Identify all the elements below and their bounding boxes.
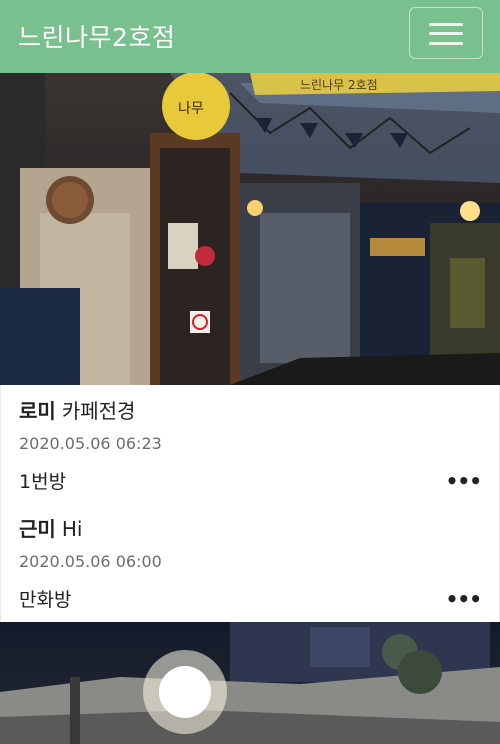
- brand-title[interactable]: 느린나무2호점: [18, 18, 175, 54]
- post-list: 로미 카페전경 2020.05.06 06:23 1번방 ••• 근미 Hi 202…: [0, 385, 500, 622]
- post-subject: Hi: [61, 517, 83, 541]
- post-room: 1번방: [19, 471, 67, 493]
- post-author: 근미: [19, 517, 56, 541]
- svg-text:느린나무 2호점: 느린나무 2호점: [300, 78, 378, 92]
- post-date: 2020.05.06 06:00: [19, 552, 162, 571]
- hamburger-icon: [429, 23, 463, 26]
- list-item[interactable]: 근미 Hi 2020.05.06 06:00 만화방: [19, 513, 483, 612]
- more-options-icon[interactable]: •••: [446, 469, 482, 493]
- cafe-entrance-photo[interactable]: 느린나무 2호점 나무: [0, 73, 500, 385]
- list-item[interactable]: 로미 카페전경 2020.05.06 06:23 1번방: [19, 395, 483, 494]
- menu-toggle-button[interactable]: [409, 7, 483, 59]
- cafe-night-photo[interactable]: [0, 622, 500, 744]
- post-author: 로미: [19, 399, 56, 423]
- post-title: 근미 Hi: [19, 513, 483, 542]
- post-room: 만화방: [19, 589, 72, 611]
- more-options-icon[interactable]: •••: [446, 587, 482, 611]
- post-title: 로미 카페전경: [19, 395, 483, 424]
- navbar: 느린나무2호점: [0, 0, 500, 73]
- post-date: 2020.05.06 06:23: [19, 434, 162, 453]
- post-subject: 카페전경: [61, 399, 136, 423]
- svg-text:나무: 나무: [178, 101, 204, 117]
